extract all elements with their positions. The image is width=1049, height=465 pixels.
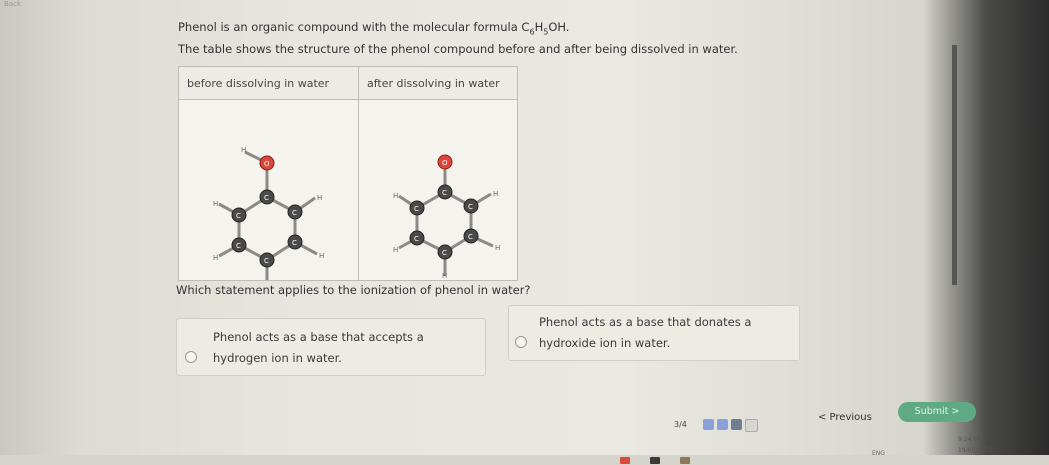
clock-time: 9:24 PM bbox=[958, 436, 983, 443]
hydrogen-label: H bbox=[495, 244, 500, 252]
taskbar-app-icon[interactable] bbox=[680, 457, 690, 464]
taskbar-app-icon[interactable] bbox=[650, 457, 660, 464]
previous-button[interactable]: < Previous bbox=[818, 412, 872, 423]
scrollbar[interactable] bbox=[952, 45, 957, 285]
col-after-header: after dissolving in water bbox=[358, 66, 518, 100]
hydrogen-label: H bbox=[393, 246, 398, 254]
atom-label: C bbox=[264, 194, 269, 202]
hydrogen-label: H bbox=[317, 194, 322, 202]
intro-table-description: The table shows the structure of the phe… bbox=[178, 42, 738, 56]
structure-table: before dissolving in water after dissolv… bbox=[178, 66, 518, 281]
intro-formula: Phenol is an organic compound with the m… bbox=[178, 20, 570, 37]
answer-a-line1: Phenol acts as a base that accepts a bbox=[213, 330, 424, 344]
atom-label: C bbox=[236, 242, 241, 250]
back-link[interactable]: Back bbox=[0, 0, 64, 10]
atom-label: C bbox=[414, 235, 419, 243]
atom-label: O bbox=[264, 160, 270, 168]
page-dot[interactable] bbox=[703, 419, 714, 430]
hydrogen-label: H bbox=[493, 190, 498, 198]
language-indicator[interactable]: ENG bbox=[872, 450, 885, 457]
taskbar bbox=[0, 455, 1049, 465]
hydrogen-label: H bbox=[442, 272, 447, 280]
hydrogen-label: H bbox=[319, 252, 324, 260]
clock-date: 19/05/2025 bbox=[958, 447, 993, 454]
col-before-header: before dissolving in water bbox=[178, 66, 359, 100]
atom-label: C bbox=[236, 212, 241, 220]
submit-button[interactable]: Submit > bbox=[898, 402, 976, 422]
phenoxide-molecule-after: O C C C C C C H H H H H bbox=[393, 154, 500, 280]
answer-a-line2: hydrogen ion in water. bbox=[213, 351, 342, 365]
answer-b-line1: Phenol acts as a base that donates a bbox=[539, 315, 752, 329]
radio-button[interactable] bbox=[515, 336, 527, 348]
hydrogen-label: H bbox=[213, 200, 218, 208]
answer-option-b[interactable]: Phenol acts as a base that donates a hyd… bbox=[508, 305, 800, 361]
atom-label: C bbox=[292, 239, 297, 247]
page-indicator: 3/4 bbox=[674, 420, 687, 429]
page-dot[interactable] bbox=[745, 419, 758, 432]
after-structure-cell: O C C C C C C H H H H H bbox=[358, 99, 518, 281]
hydrogen-label: H bbox=[393, 192, 398, 200]
phenol-molecule-before: O C C C C C C H H H H H bbox=[213, 146, 324, 280]
question-text: Which statement applies to the ionizatio… bbox=[176, 283, 531, 297]
atom-label: O bbox=[442, 159, 448, 167]
answer-option-a[interactable]: Phenol acts as a base that accepts a hyd… bbox=[176, 318, 486, 376]
answer-b-line2: hydroxide ion in water. bbox=[539, 336, 671, 350]
taskbar-app-icon[interactable] bbox=[620, 457, 630, 464]
page-dot-current[interactable] bbox=[731, 419, 742, 430]
page-dot[interactable] bbox=[717, 419, 728, 430]
atom-label: C bbox=[414, 205, 419, 213]
atom-label: C bbox=[264, 257, 269, 265]
hydrogen-label: H bbox=[241, 146, 246, 154]
atom-label: C bbox=[442, 249, 447, 257]
atom-label: C bbox=[442, 189, 447, 197]
radio-button[interactable] bbox=[185, 351, 197, 363]
hydrogen-label: H bbox=[213, 254, 218, 262]
before-structure-cell: O C C C C C C H H H H H bbox=[178, 99, 359, 281]
atom-label: C bbox=[468, 233, 473, 241]
atom-label: C bbox=[468, 203, 473, 211]
atom-label: C bbox=[292, 209, 297, 217]
